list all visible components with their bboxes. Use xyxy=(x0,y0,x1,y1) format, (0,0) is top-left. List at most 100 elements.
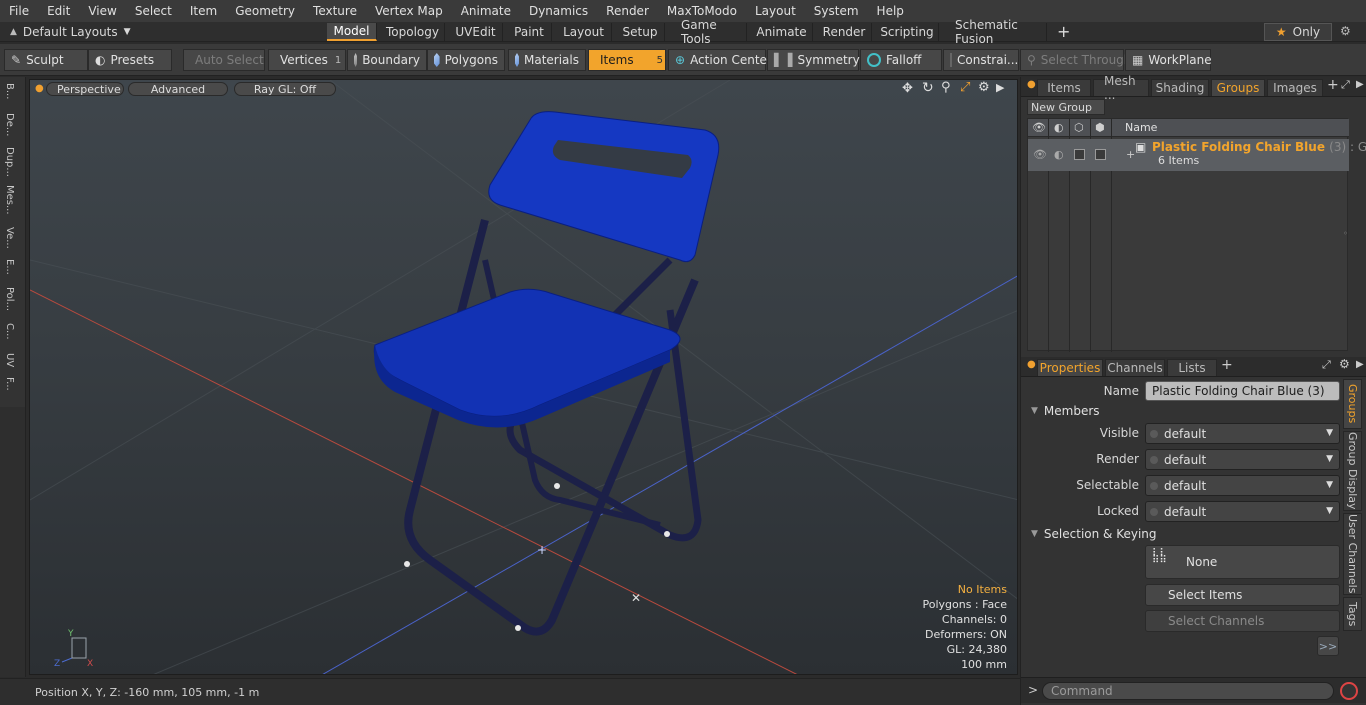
left-strip-tab-8[interactable]: UV xyxy=(4,353,15,367)
panel-tab-mesh-[interactable]: Mesh ... xyxy=(1093,74,1149,102)
vertical-tab-user-channels[interactable]: User Channels xyxy=(1343,513,1362,595)
add-props-tab-icon[interactable]: + xyxy=(1221,357,1233,373)
menu-item-view[interactable]: View xyxy=(79,4,125,18)
left-strip-tab-5[interactable]: E... xyxy=(4,259,15,275)
boundary-button[interactable]: Boundary xyxy=(347,49,427,71)
vertices-button[interactable]: Vertices 1 xyxy=(268,49,346,71)
row-eye-icon[interactable]: 👁 xyxy=(1033,148,1047,161)
render-icon[interactable]: ◐ xyxy=(1054,121,1064,134)
group-row[interactable]: 👁 ◐ + ▣ Plastic Folding Chair Blue (3) :… xyxy=(1028,139,1366,171)
layout-tab-scripting[interactable]: Scripting xyxy=(876,23,939,41)
left-strip-tab-4[interactable]: Ve... xyxy=(4,227,15,249)
symmetry-button[interactable]: ▌▐ Symmetry xyxy=(767,49,860,71)
vertical-tab-group-display[interactable]: Group Display xyxy=(1343,431,1362,511)
raygl-dropdown[interactable]: Ray GL: Off xyxy=(234,82,336,96)
polygons-button[interactable]: Polygons xyxy=(427,49,505,71)
props-tab-channels[interactable]: Channels xyxy=(1105,359,1165,376)
menu-item-select[interactable]: Select xyxy=(126,4,181,18)
group-list[interactable]: 👁 ◐ ⬡ ⬢ Name 👁 ◐ + ▣ Plastic Folding Cha… xyxy=(1027,118,1366,352)
only-button[interactable]: ★ Only xyxy=(1264,23,1332,41)
command-input[interactable]: Command xyxy=(1042,682,1334,700)
select-cube-icon[interactable]: ⬢ xyxy=(1095,121,1105,134)
perspective-dropdown[interactable]: Perspective xyxy=(46,82,124,96)
3d-viewport[interactable]: + ✕ Y X Z ● Perspective Advanced Ray GL:… xyxy=(29,79,1018,675)
materials-button[interactable]: Materials xyxy=(508,49,586,71)
viewport-menu-dot[interactable]: ● xyxy=(35,83,44,94)
props-expand-icon[interactable]: ⤢ xyxy=(1322,358,1331,372)
menu-item-texture[interactable]: Texture xyxy=(304,4,366,18)
props-tab-lists[interactable]: Lists xyxy=(1167,359,1217,376)
layout-tab-schematic-fusion[interactable]: Schematic Fusion xyxy=(943,18,1047,46)
auto-select-button[interactable]: Auto Select xyxy=(183,49,265,71)
layout-tab-render[interactable]: Render xyxy=(817,23,872,41)
advanced-dropdown[interactable]: Advanced xyxy=(128,82,228,96)
menu-item-dynamics[interactable]: Dynamics xyxy=(520,4,597,18)
menu-item-edit[interactable]: Edit xyxy=(38,4,79,18)
menu-item-file[interactable]: File xyxy=(0,4,38,18)
workplane-button[interactable]: ▦ WorkPlane xyxy=(1125,49,1212,71)
none-button[interactable]: ⠇⠇ ⠿⠿ None xyxy=(1145,545,1340,579)
layout-dropdown[interactable]: ▲ Default Layouts ▼ xyxy=(10,22,131,42)
panel-expand-icon[interactable]: ⤢ xyxy=(1341,78,1350,92)
menu-item-vertex-map[interactable]: Vertex Map xyxy=(366,4,452,18)
fit-view-icon[interactable]: ⤢ xyxy=(960,80,970,95)
panel-arrow-icon[interactable]: ▶ xyxy=(1356,79,1364,90)
menu-item-item[interactable]: Item xyxy=(181,4,226,18)
items-button[interactable]: Items 5 xyxy=(588,49,666,71)
sculpt-button[interactable]: ✎ Sculpt xyxy=(4,49,88,71)
add-panel-tab-icon[interactable]: + xyxy=(1327,77,1339,93)
layout-tab-paint[interactable]: Paint xyxy=(507,23,552,41)
constraints-button[interactable]: Constrai... xyxy=(943,49,1019,71)
panel-tab-shading[interactable]: Shading xyxy=(1151,79,1209,96)
props-menu-dot[interactable]: ● xyxy=(1027,359,1036,370)
name-field[interactable]: Plastic Folding Chair Blue (3) xyxy=(1145,381,1340,401)
row-select-checkbox[interactable] xyxy=(1095,149,1106,160)
render-dropdown[interactable]: default ▼ xyxy=(1145,449,1340,470)
viewport-settings-icon[interactable]: ⚙ xyxy=(978,80,990,95)
more-button[interactable]: >> xyxy=(1317,636,1339,656)
panel-tab-groups[interactable]: Groups xyxy=(1211,79,1265,96)
gear-icon[interactable]: ⚙ xyxy=(1340,24,1351,38)
row-render-icon[interactable]: ◐ xyxy=(1054,148,1064,161)
selection-keying-section[interactable]: ▼ Selection & Keying xyxy=(1031,525,1347,543)
new-group-button[interactable]: New Group xyxy=(1027,99,1105,115)
locked-dropdown[interactable]: default ▼ xyxy=(1145,501,1340,522)
layout-tab-model[interactable]: Model xyxy=(327,23,377,41)
panel-menu-dot[interactable]: ● xyxy=(1027,79,1036,90)
list-scroll-handle[interactable]: ◦ xyxy=(1343,229,1348,238)
command-stop-icon[interactable] xyxy=(1340,682,1358,700)
menu-item-render[interactable]: Render xyxy=(597,4,658,18)
move-view-icon[interactable]: ✥ xyxy=(902,81,913,96)
layout-tab-setup[interactable]: Setup xyxy=(616,23,665,41)
layout-tab-uvedit[interactable]: UVEdit xyxy=(449,23,503,41)
visible-dropdown[interactable]: default ▼ xyxy=(1145,423,1340,444)
left-strip-tab-9[interactable]: F... xyxy=(4,377,15,391)
falloff-button[interactable]: Falloff xyxy=(860,49,942,71)
layout-tab-layout[interactable]: Layout xyxy=(556,23,612,41)
menu-item-animate[interactable]: Animate xyxy=(452,4,520,18)
vertical-tab-groups[interactable]: Groups xyxy=(1343,379,1362,429)
menu-item-help[interactable]: Help xyxy=(868,4,913,18)
layout-tab-game-tools[interactable]: Game Tools xyxy=(669,18,747,46)
add-tab-icon[interactable]: + xyxy=(1057,22,1070,41)
left-strip-tab-0[interactable]: B... xyxy=(4,83,15,99)
rotate-view-icon[interactable]: ↻ xyxy=(922,80,934,96)
menu-item-maxtomodo[interactable]: MaxToModo xyxy=(658,4,746,18)
left-strip-tab-6[interactable]: Pol... xyxy=(4,287,15,311)
layout-tab-topology[interactable]: Topology xyxy=(381,23,445,41)
viewport-expand-icon[interactable]: ▶ xyxy=(996,81,1004,94)
menu-item-layout[interactable]: Layout xyxy=(746,4,805,18)
props-tab-properties[interactable]: Properties xyxy=(1037,359,1103,376)
select-channels-button[interactable]: Select Channels xyxy=(1145,610,1340,632)
left-strip-tab-7[interactable]: C... xyxy=(4,323,15,340)
action-center-button[interactable]: ⊕ Action Center xyxy=(668,49,772,71)
layout-tab-animate[interactable]: Animate xyxy=(751,23,813,41)
left-strip-tab-2[interactable]: Dup... xyxy=(4,147,15,177)
menu-item-system[interactable]: System xyxy=(805,4,868,18)
presets-button[interactable]: ◐ Presets xyxy=(88,49,172,71)
vertical-tab-tags[interactable]: Tags xyxy=(1343,597,1362,631)
left-strip-tab-3[interactable]: Mes... xyxy=(4,185,15,215)
members-section[interactable]: ▼ Members xyxy=(1031,402,1347,420)
select-items-button[interactable]: Select Items xyxy=(1145,584,1340,606)
name-column-header[interactable]: Name xyxy=(1125,121,1157,134)
